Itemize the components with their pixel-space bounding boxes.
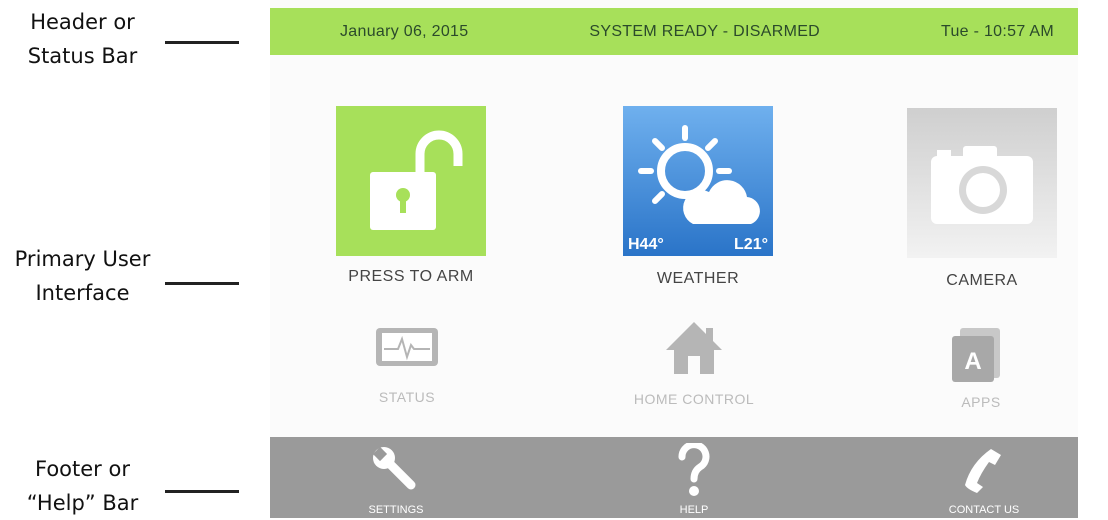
weather-button[interactable]: H44° L21° [623,106,773,256]
contact-us-label: CONTACT US [948,504,1020,516]
annotation-primary: Primary User Interface [0,242,165,310]
annotation-footer-line1: Footer or [35,457,130,481]
apps-button[interactable]: A [950,326,1002,384]
annotation-header-line2: Status Bar [27,44,138,68]
house-icon [666,322,722,374]
header-system-status: SYSTEM READY - DISARMED [589,22,821,40]
annotation-primary-line1: Primary User [14,247,151,271]
header-time: Tue - 10:57 AM [940,22,1054,40]
phone-icon [965,449,1001,493]
annotation-footer-pointer [165,490,239,493]
help-bar: SETTINGS HELP CONTACT US [270,437,1078,518]
question-mark-icon [678,441,710,496]
monitor-heartbeat-icon [376,328,438,366]
annotation-primary-pointer [165,282,239,285]
header-date: January 06, 2015 [340,22,469,40]
home-control-label: HOME CONTROL [633,391,755,407]
home-control-button[interactable] [664,320,724,376]
annotation-header: Header or Status Bar [0,5,165,73]
annotation-footer: Footer or “Help” Bar [0,452,165,520]
annotation-header-line1: Header or [30,10,135,34]
weather-low: L21° [734,236,768,253]
annotation-primary-line2: Interface [35,281,130,305]
status-button[interactable] [374,325,440,369]
camera-button[interactable] [907,108,1057,258]
wrench-icon [372,446,416,490]
device-screen: January 06, 2015 SYSTEM READY - DISARMED… [270,0,1078,518]
settings-button[interactable]: SETTINGS [316,437,476,518]
weather-label: WEATHER [656,270,740,287]
apps-label: APPS [961,394,1001,410]
annotation-footer-line2: “Help” Bar [26,491,139,515]
status-bar: January 06, 2015 SYSTEM READY - DISARMED… [270,8,1078,55]
press-to-arm-button[interactable] [336,106,486,256]
help-button[interactable]: HELP [614,437,774,518]
settings-label: SETTINGS [368,504,424,516]
apps-icon: A [952,328,1000,382]
weather-high: H44° [628,236,664,253]
annotation-header-pointer [165,41,239,44]
status-label: STATUS [378,389,436,405]
help-label: HELP [679,504,709,516]
apps-letter: A [964,348,981,375]
camera-icon [931,146,1033,224]
press-to-arm-label: PRESS TO ARM [348,268,474,285]
contact-us-button[interactable]: CONTACT US [904,437,1064,518]
camera-label: CAMERA [946,272,1018,289]
